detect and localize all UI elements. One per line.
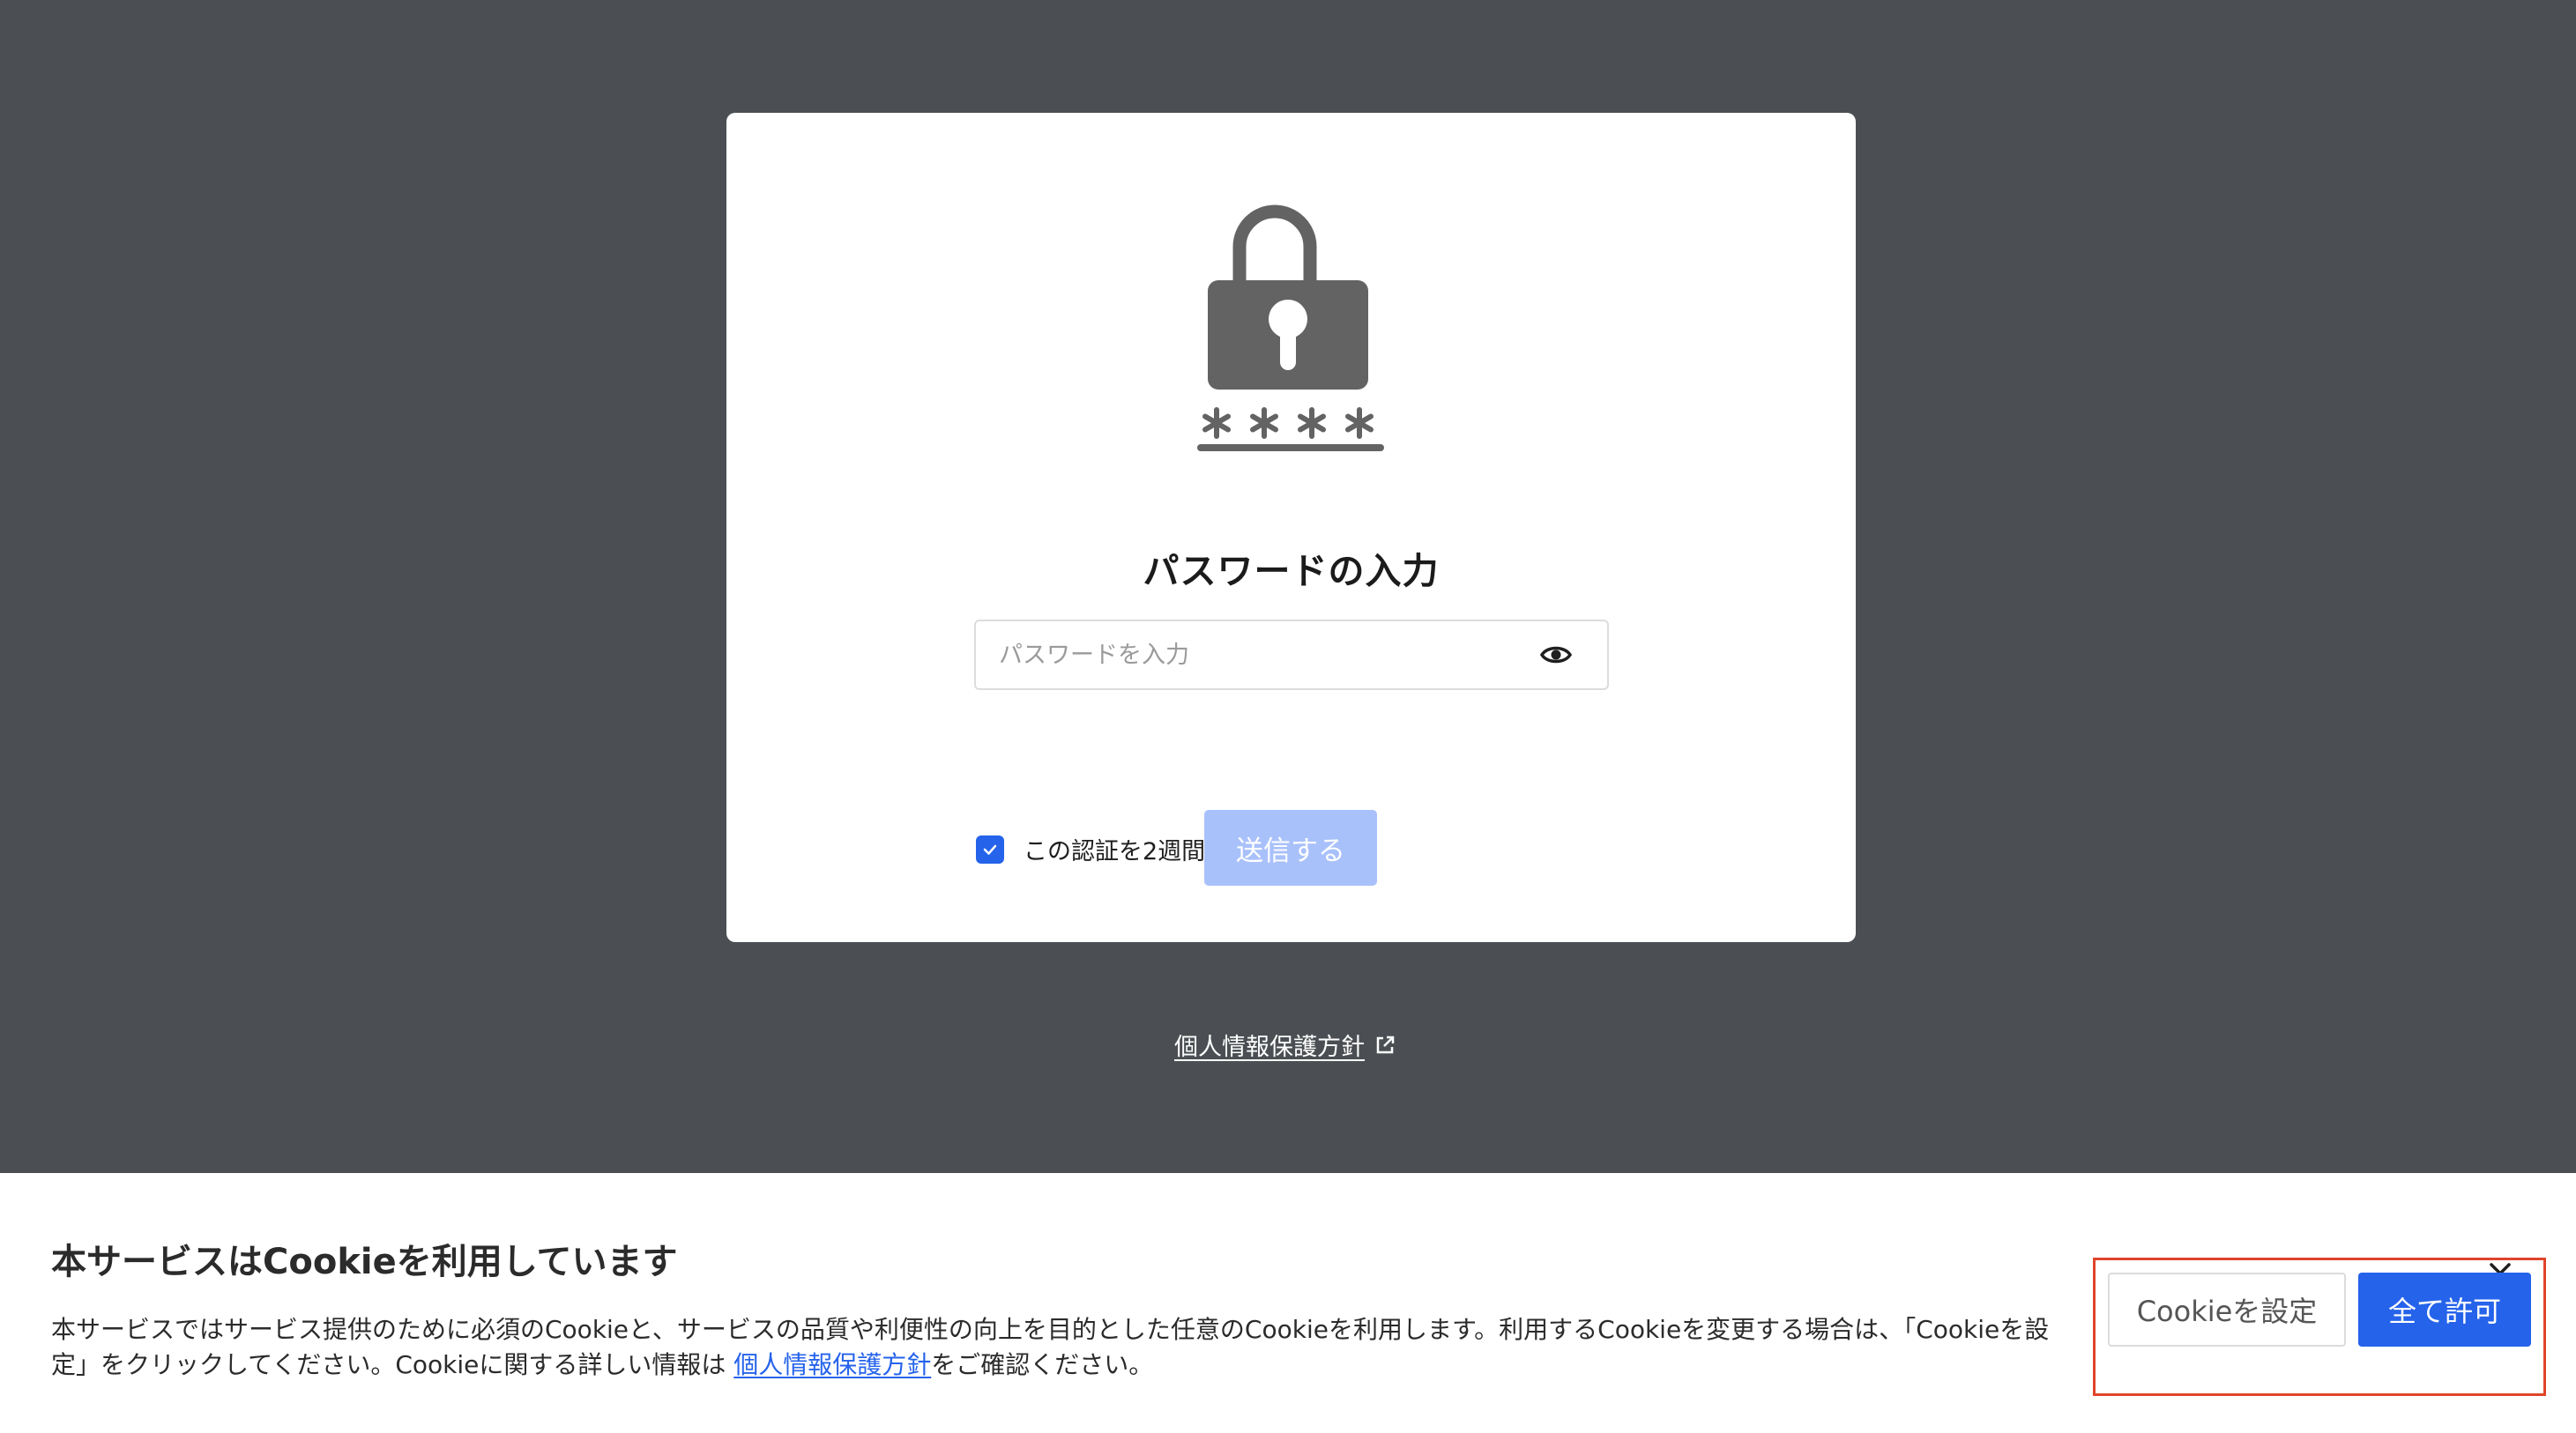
privacy-policy-link-text[interactable]: 個人情報保護方針 [1174,1028,1365,1062]
password-field[interactable] [974,620,1609,690]
external-link-icon [1376,1036,1395,1053]
cookie-text-after: をご確認ください。 [931,1350,1154,1379]
cookie-settings-button[interactable]: Cookieを設定 [2108,1273,2346,1347]
page-title: パスワードの入力 [1143,550,1440,592]
cookie-button-group: Cookieを設定 全て許可 [2093,1258,2546,1396]
cookie-banner-text: 本サービスではサービス提供のために必須のCookieと、サービスの品質や利便性の… [51,1312,2070,1383]
cookie-banner-title: 本サービスはCookieを利用しています [51,1242,678,1282]
checkmark-icon [983,844,997,855]
password-input[interactable] [976,621,1540,688]
remember-checkbox[interactable] [976,835,1004,864]
padlock-icon [1208,204,1368,390]
privacy-policy-link[interactable]: 個人情報保護方針 [1174,1028,1396,1062]
password-card: パスワードの入力 この認証を2週間保存します。 送信する [726,113,1856,942]
submit-button[interactable]: 送信する [1204,810,1377,886]
eye-icon[interactable] [1540,641,1572,669]
allow-all-button[interactable]: 全て許可 [2358,1273,2531,1347]
cookie-policy-link[interactable]: 個人情報保護方針 [733,1350,931,1379]
password-asterisks-icon [1197,407,1384,451]
